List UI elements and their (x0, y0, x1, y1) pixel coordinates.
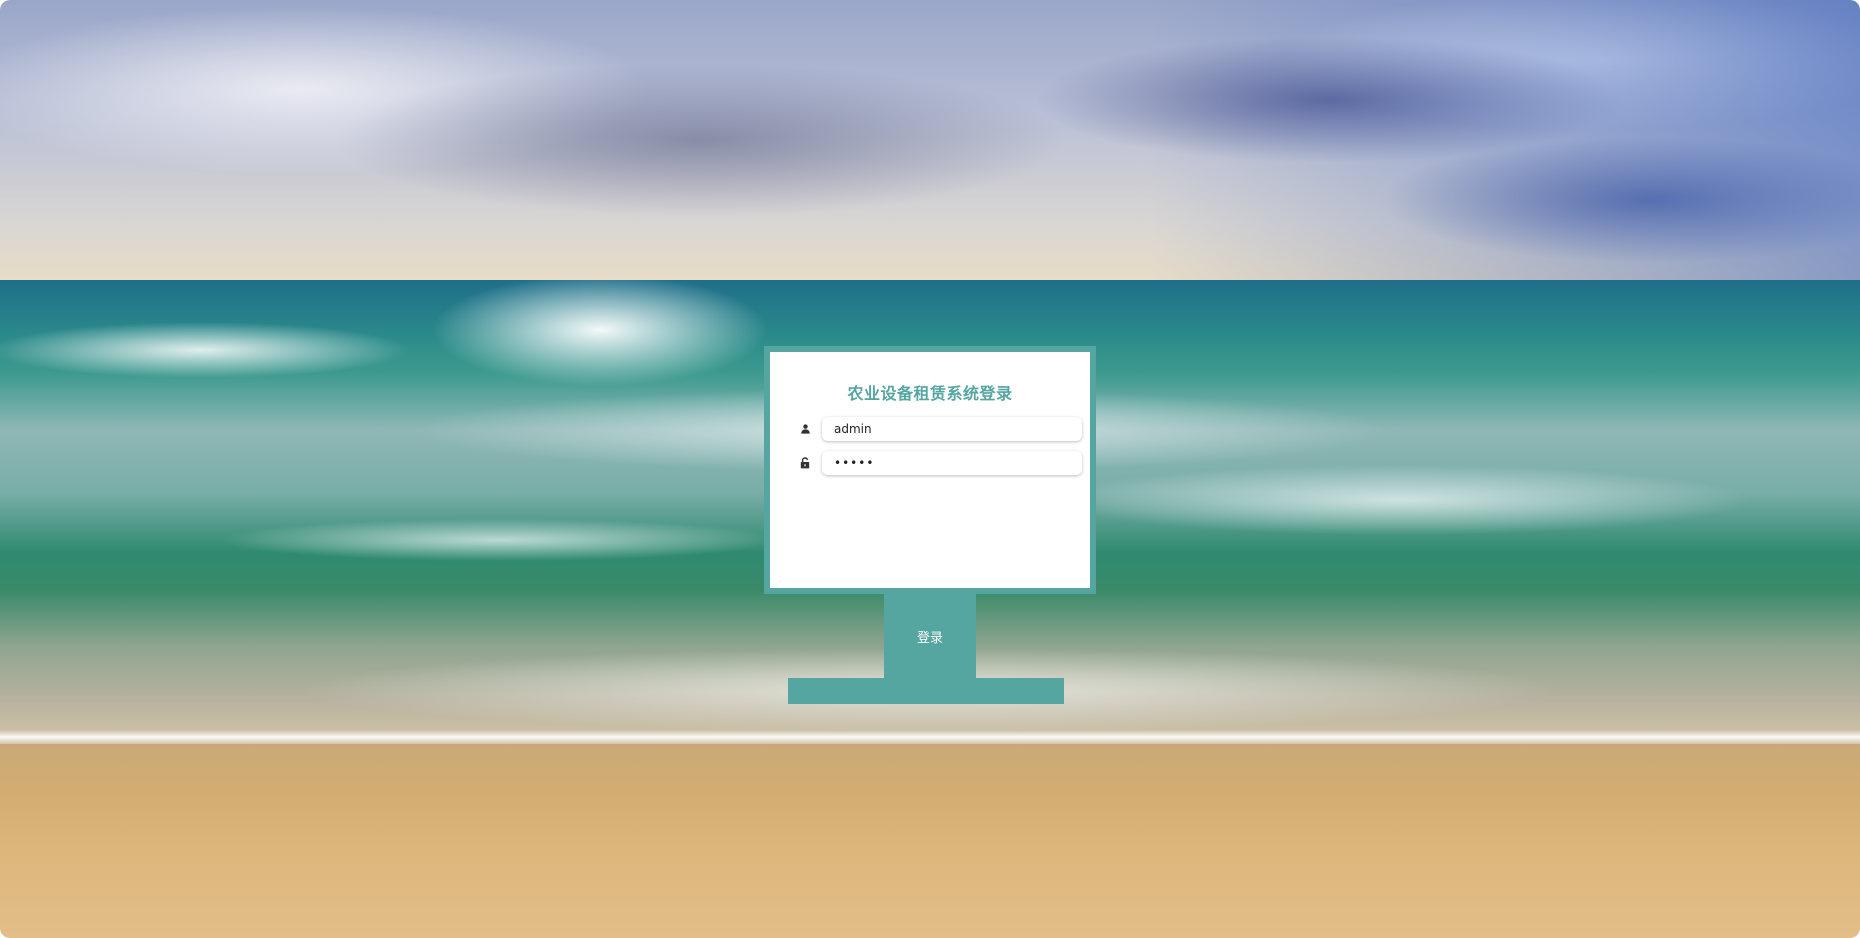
password-input[interactable] (822, 451, 1082, 475)
login-button-base (788, 678, 1064, 704)
background-sand (0, 744, 1860, 938)
lock-icon (798, 456, 812, 470)
user-icon (798, 422, 812, 436)
background-sky-shade (1150, 0, 1860, 282)
login-page: 农业设备租赁系统登录 admin ••••• 登录 (0, 0, 1860, 938)
login-title: 农业设备租赁系统登录 (847, 384, 1013, 403)
login-button[interactable]: 登录 (884, 594, 976, 678)
login-card: 农业设备租赁系统登录 (764, 346, 1096, 594)
login-card-panel: 农业设备租赁系统登录 (770, 352, 1090, 588)
username-row (798, 416, 1082, 442)
background-shoreline (0, 730, 1860, 744)
username-input[interactable] (822, 417, 1082, 441)
password-row (798, 450, 1082, 476)
